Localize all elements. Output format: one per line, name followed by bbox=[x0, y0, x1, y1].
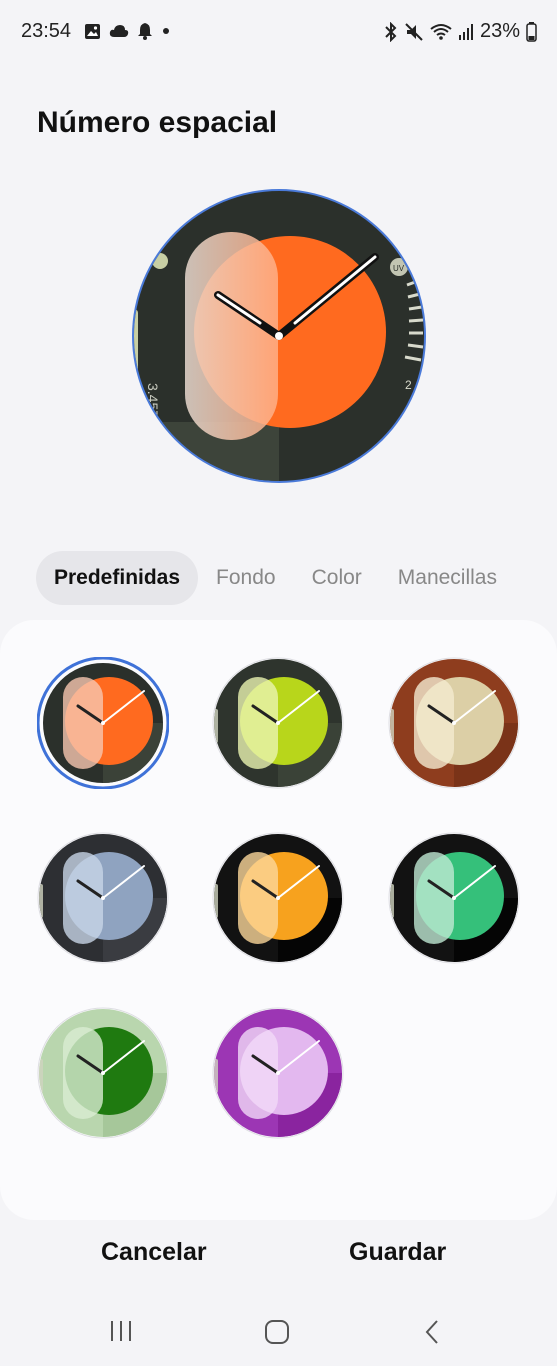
dot-icon bbox=[163, 28, 169, 34]
wifi-icon bbox=[430, 23, 452, 40]
preset-amber[interactable] bbox=[212, 832, 344, 964]
back-icon[interactable] bbox=[422, 1318, 442, 1346]
preset-purple[interactable] bbox=[212, 1007, 344, 1139]
status-right: 23% bbox=[384, 20, 537, 43]
bell-icon bbox=[138, 23, 152, 40]
notification-icons bbox=[84, 22, 171, 40]
bluetooth-icon bbox=[385, 21, 397, 42]
preset-face-graphic bbox=[37, 832, 169, 964]
tab-fondo[interactable]: Fondo bbox=[198, 551, 294, 605]
preset-face-graphic bbox=[212, 1007, 344, 1139]
tab-predefinidas[interactable]: Predefinidas bbox=[36, 551, 199, 605]
preset-face-graphic bbox=[37, 1007, 169, 1139]
preset-face-graphic bbox=[212, 657, 344, 789]
signal-icon bbox=[458, 23, 473, 40]
preset-face-graphic bbox=[388, 657, 520, 789]
watch-face-preview-graphic: 3.457 UV 2 bbox=[132, 189, 426, 483]
status-bar: 23:54 23% bbox=[0, 0, 557, 66]
preset-face-graphic bbox=[37, 657, 169, 789]
battery-icon bbox=[526, 21, 537, 42]
battery-percent: 23% bbox=[479, 20, 520, 42]
ring-number: 2 bbox=[405, 378, 412, 392]
presets-panel bbox=[0, 620, 557, 1220]
preset-blue-grey[interactable] bbox=[37, 832, 169, 964]
preset-lime[interactable] bbox=[212, 657, 344, 789]
glass-pill bbox=[185, 232, 278, 440]
customization-tabs: Predefinidas Fondo Color Manecillas bbox=[36, 551, 515, 605]
cloud-icon bbox=[109, 25, 129, 37]
preset-brown[interactable] bbox=[388, 657, 520, 789]
home-icon[interactable] bbox=[263, 1318, 291, 1346]
tab-manecillas[interactable]: Manecillas bbox=[380, 551, 515, 605]
image-icon bbox=[85, 23, 100, 39]
status-time: 23:54 bbox=[21, 20, 72, 42]
tab-color[interactable]: Color bbox=[294, 551, 380, 605]
cancel-button[interactable]: Cancelar bbox=[101, 1238, 207, 1267]
preset-gradient[interactable] bbox=[388, 832, 520, 964]
preset-green[interactable] bbox=[37, 1007, 169, 1139]
navigation-bar bbox=[0, 1300, 557, 1366]
preset-face-graphic bbox=[388, 832, 520, 964]
recents-icon[interactable] bbox=[108, 1318, 134, 1344]
mute-icon bbox=[405, 22, 423, 41]
uv-label: UV bbox=[393, 264, 405, 273]
preset-orange[interactable] bbox=[37, 657, 169, 789]
preset-face-graphic bbox=[212, 832, 344, 964]
save-button[interactable]: Guardar bbox=[349, 1238, 446, 1267]
watch-face-preview: 3.457 UV 2 bbox=[130, 187, 428, 485]
page-title: Número espacial bbox=[37, 106, 278, 139]
